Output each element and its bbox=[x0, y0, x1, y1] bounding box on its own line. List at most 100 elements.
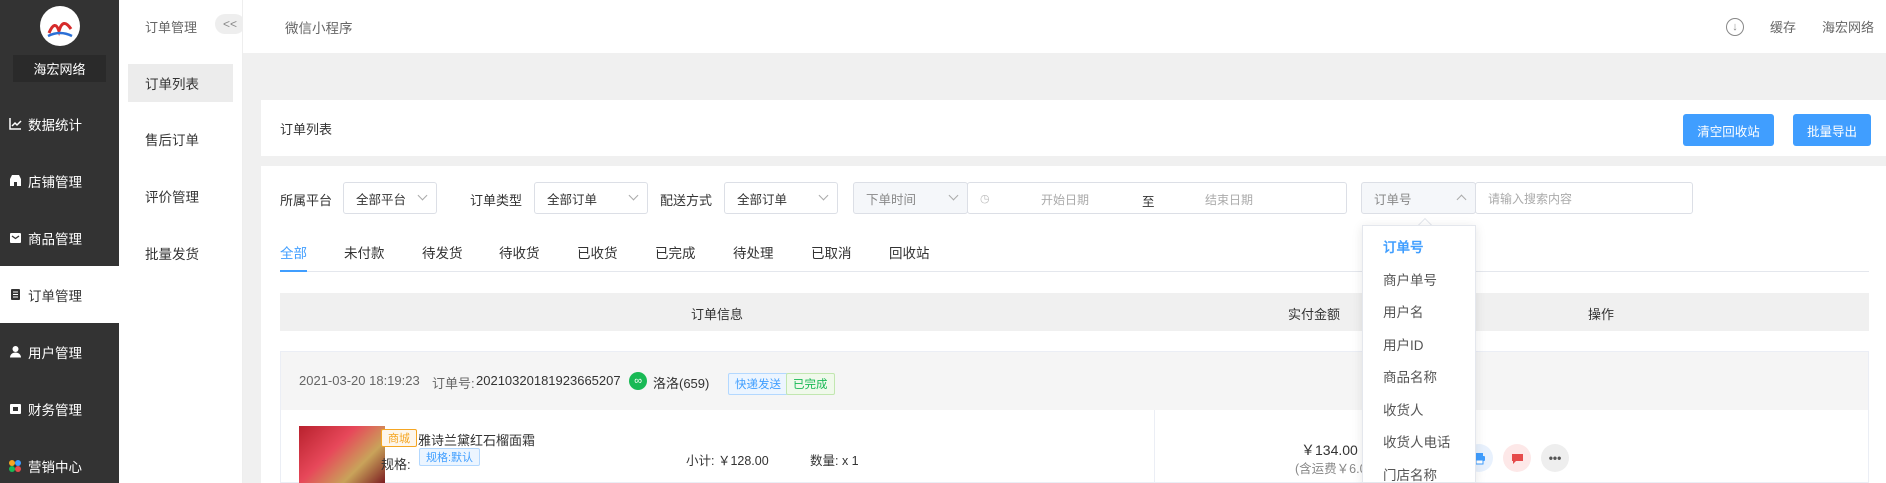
tab-completed[interactable]: 已完成 bbox=[655, 242, 696, 272]
order-time: 2021-03-20 18:19:23 bbox=[299, 373, 420, 388]
message-button[interactable] bbox=[1503, 444, 1531, 472]
source-tag: 商城 bbox=[381, 429, 417, 447]
chevron-down-icon bbox=[818, 190, 829, 201]
main-sidebar: 海宏网络 数据统计 店铺管理 商品管理 订单管理 用户管理 财务管理 营销中心 bbox=[0, 0, 119, 483]
clear-recycle-button[interactable]: 清空回收站 bbox=[1683, 114, 1774, 146]
tab-received[interactable]: 已收货 bbox=[577, 242, 618, 272]
delivery-tag: 快递发送 bbox=[728, 373, 788, 395]
tab-recycle[interactable]: 回收站 bbox=[889, 242, 930, 272]
product-thumbnail[interactable] bbox=[299, 426, 385, 483]
more-button[interactable]: ••• bbox=[1541, 444, 1569, 472]
brand-logo-icon[interactable] bbox=[39, 6, 80, 46]
page-title: 订单列表 bbox=[280, 121, 333, 137]
dropdown-option-merchant-no[interactable]: 商户单号 bbox=[1363, 263, 1475, 296]
status-tabs: 全部 未付款 待发货 待收货 已收货 已完成 待处理 已取消 回收站 bbox=[280, 242, 1869, 272]
col-order-info: 订单信息 bbox=[691, 307, 744, 322]
dropdown-option-store-name[interactable]: 门店名称 bbox=[1363, 458, 1475, 482]
search-field-select[interactable]: 订单号 bbox=[1361, 182, 1476, 214]
time-type-select-value: 下单时间 bbox=[866, 192, 917, 207]
chart-icon bbox=[8, 117, 22, 131]
sidebar-item-marketing[interactable]: 营销中心 bbox=[0, 437, 119, 483]
user-icon bbox=[8, 345, 22, 359]
chevron-down-icon bbox=[948, 190, 959, 201]
order-card-header: 2021-03-20 18:19:23 订单号: 202103201819236… bbox=[281, 352, 1868, 410]
subnav-item-order-list[interactable]: 订单列表 bbox=[128, 64, 233, 102]
platform-label: 所属平台 bbox=[280, 193, 333, 208]
sidebar-item-label: 营销中心 bbox=[28, 459, 82, 475]
buyer-name[interactable]: 洛洛(659) bbox=[653, 373, 709, 392]
sidebar-item-stats[interactable]: 数据统计 bbox=[0, 95, 119, 152]
dropdown-option-receiver[interactable]: 收货人 bbox=[1363, 393, 1475, 426]
dropdown-option-order-no[interactable]: 订单号 bbox=[1363, 230, 1475, 263]
sidebar-item-label: 店铺管理 bbox=[28, 174, 82, 190]
subnav-item-reviews[interactable]: 评价管理 bbox=[119, 167, 242, 224]
col-actions: 操作 bbox=[1588, 307, 1615, 322]
wechat-icon: ∞ bbox=[629, 372, 647, 390]
sub-sidebar: 订单管理 << 订单列表 售后订单 评价管理 批量发货 bbox=[119, 0, 245, 483]
delivery-label: 配送方式 bbox=[660, 193, 713, 208]
time-type-select[interactable]: 下单时间 bbox=[853, 182, 968, 214]
dropdown-option-user-id[interactable]: 用户ID bbox=[1363, 328, 1475, 361]
store-icon bbox=[8, 174, 22, 188]
chevron-down-icon bbox=[417, 190, 428, 201]
order-number[interactable]: 20210320181923665207 bbox=[476, 373, 621, 388]
delivery-select-value: 全部订单 bbox=[737, 192, 788, 207]
date-range-picker[interactable]: ◷ 开始日期 至 结束日期 bbox=[967, 182, 1347, 214]
tab-cancelled[interactable]: 已取消 bbox=[811, 242, 852, 272]
brand-name: 海宏网络 bbox=[13, 55, 106, 82]
delivery-select[interactable]: 全部订单 bbox=[724, 182, 838, 214]
order-list-header: 订单列表 清空回收站 批量导出 bbox=[261, 100, 1886, 156]
status-badge: 已完成 bbox=[786, 373, 835, 395]
dropdown-option-username[interactable]: 用户名 bbox=[1363, 295, 1475, 328]
end-date-input[interactable]: 结束日期 bbox=[1205, 191, 1253, 208]
user-menu[interactable]: 海宏网络 bbox=[1822, 17, 1874, 36]
column-divider bbox=[1154, 410, 1155, 483]
subtotal: 小计: ￥128.00 bbox=[686, 454, 769, 468]
batch-export-button[interactable]: 批量导出 bbox=[1793, 114, 1871, 146]
search-input[interactable]: 请输入搜索内容 bbox=[1475, 182, 1693, 214]
sidebar-item-label: 订单管理 bbox=[28, 288, 82, 304]
paid-amount: ￥134.00 bbox=[1301, 442, 1358, 458]
tab-to-ship[interactable]: 待发货 bbox=[422, 242, 463, 272]
sidebar-item-label: 数据统计 bbox=[28, 117, 82, 133]
dropdown-option-product-name[interactable]: 商品名称 bbox=[1363, 360, 1475, 393]
chevron-up-icon bbox=[1456, 194, 1467, 205]
platform-select[interactable]: 全部平台 bbox=[343, 182, 437, 214]
range-separator: 至 bbox=[1142, 195, 1155, 209]
product-name[interactable]: 雅诗兰黛红石榴面霜 bbox=[418, 430, 535, 449]
order-card: 2021-03-20 18:19:23 订单号: 202103201819236… bbox=[280, 351, 1869, 483]
dropdown-option-receiver-phone[interactable]: 收货人电话 bbox=[1363, 425, 1475, 458]
tab-all[interactable]: 全部 bbox=[280, 242, 307, 272]
order-type-label: 订单类型 bbox=[470, 193, 523, 208]
chat-icon bbox=[1511, 453, 1523, 464]
tab-pending[interactable]: 待处理 bbox=[733, 242, 774, 272]
more-icon: ••• bbox=[1548, 451, 1562, 465]
search-field-select-value: 订单号 bbox=[1374, 192, 1412, 207]
sidebar-item-users[interactable]: 用户管理 bbox=[0, 323, 119, 380]
search-input-placeholder: 请输入搜索内容 bbox=[1488, 191, 1573, 206]
order-item-row: 商城 雅诗兰黛红石榴面霜 规格: 规格:默认 小计: ￥128.00 数量: x… bbox=[281, 410, 1868, 483]
start-date-input[interactable]: 开始日期 bbox=[1041, 191, 1089, 208]
order-type-select[interactable]: 全部订单 bbox=[534, 182, 648, 214]
top-header: 微信小程序 ↓ 缓存 海宏网络 bbox=[243, 0, 1886, 53]
header-title: 微信小程序 bbox=[285, 20, 353, 36]
spec-label: 规格: bbox=[381, 457, 411, 472]
header-actions: ↓ 缓存 海宏网络 bbox=[1725, 0, 1874, 53]
subnav-item-batch-ship[interactable]: 批量发货 bbox=[119, 224, 242, 281]
tab-unpaid[interactable]: 未付款 bbox=[344, 242, 385, 272]
filter-bar: 所属平台 全部平台 订单类型 全部订单 配送方式 全部订单 下单时间 ◷ 开始日… bbox=[261, 182, 1886, 214]
cache-button[interactable]: 缓存 bbox=[1770, 17, 1796, 36]
tab-to-receive[interactable]: 待收货 bbox=[499, 242, 540, 272]
goods-icon bbox=[8, 231, 22, 245]
subnav-item-after-sales[interactable]: 售后订单 bbox=[119, 110, 242, 167]
download-icon[interactable]: ↓ bbox=[1725, 17, 1744, 36]
sidebar-item-label: 财务管理 bbox=[28, 402, 82, 418]
brand-area: 海宏网络 bbox=[0, 0, 119, 86]
collapse-button[interactable]: << bbox=[215, 14, 245, 34]
sidebar-item-store[interactable]: 店铺管理 bbox=[0, 152, 119, 209]
sidebar-item-finance[interactable]: 财务管理 bbox=[0, 380, 119, 437]
order-no-label: 订单号: bbox=[432, 376, 475, 391]
sidebar-item-goods[interactable]: 商品管理 bbox=[0, 209, 119, 266]
sidebar-item-orders[interactable]: 订单管理 bbox=[0, 266, 119, 323]
sidebar-item-label: 商品管理 bbox=[28, 231, 82, 247]
